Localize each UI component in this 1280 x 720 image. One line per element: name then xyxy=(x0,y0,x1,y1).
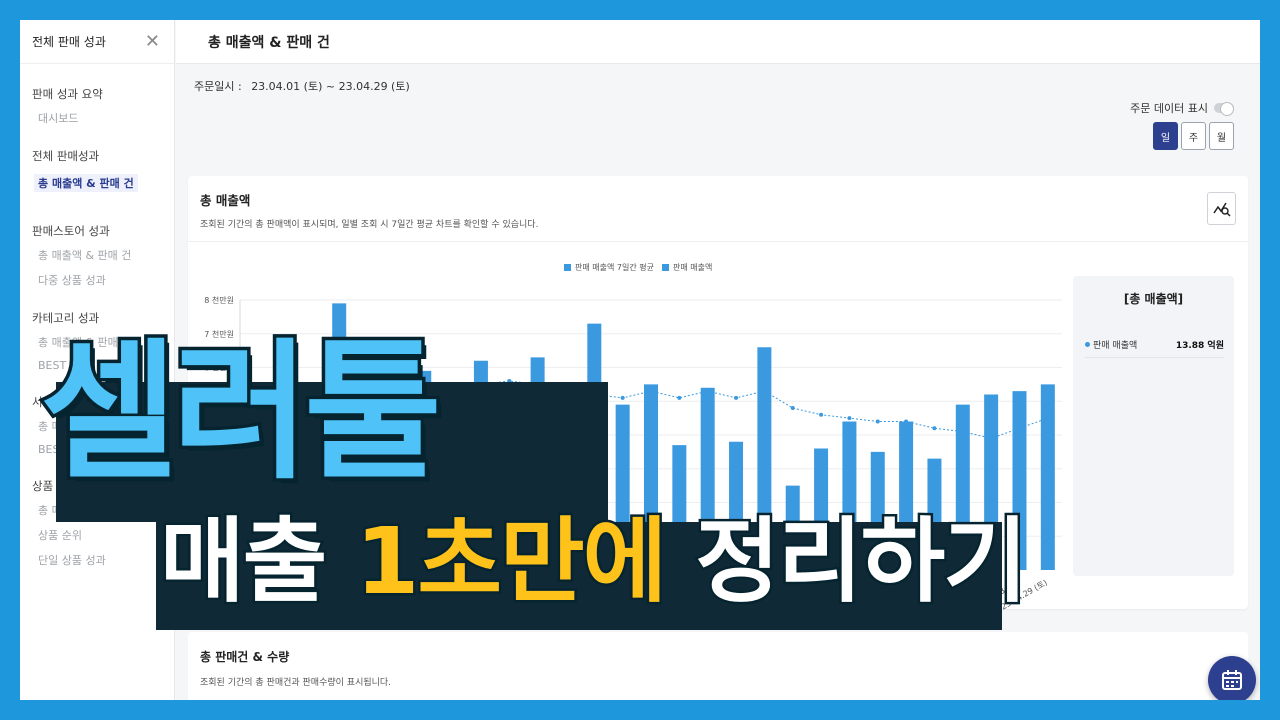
summary-panel: [총 매출액] 판매 매출액 13.88 억원 xyxy=(1073,276,1234,576)
card2-title: 총 판매건 & 수량 xyxy=(200,650,290,664)
average-point[interactable] xyxy=(904,419,909,424)
sidebar-item[interactable]: 총 매출액 & 판매 건 xyxy=(32,247,162,263)
granularity-selector: 일 주 월 xyxy=(1153,122,1234,150)
close-icon[interactable]: ✕ xyxy=(145,32,160,51)
average-point[interactable] xyxy=(989,436,994,441)
sidebar-item[interactable]: 대시보드 xyxy=(32,110,162,126)
granularity-day-button[interactable]: 일 xyxy=(1153,122,1178,150)
sidebar-item[interactable]: 단일 상품 성과 xyxy=(32,552,162,568)
period-value: 23.04.01 (토) ~ 23.04.29 (토) xyxy=(251,80,410,93)
sidebar-group: 전체 판매성과총 매출액 & 판매 건 xyxy=(20,148,174,201)
sidebar-group-title: 카테고리 성과 xyxy=(32,311,100,325)
granularity-week-button[interactable]: 주 xyxy=(1181,122,1206,150)
card2-description: 조회된 기간의 총 판매건과 판매수량이 표시됩니다. xyxy=(200,678,392,688)
chart-search-icon[interactable] xyxy=(1207,192,1236,225)
total-orders-card: 총 판매건 & 수량 조회된 기간의 총 판매건과 판매수량이 표시됩니다. xyxy=(188,632,1248,700)
average-point[interactable] xyxy=(1045,416,1050,421)
period-label: 주문일시 : xyxy=(194,80,242,93)
order-period: 주문일시 : 23.04.01 (토) ~ 23.04.29 (토) xyxy=(194,78,410,94)
summary-value: 13.88 억원 xyxy=(1175,341,1224,351)
bar[interactable] xyxy=(1040,384,1055,570)
card-title: 총 매출액 xyxy=(200,193,251,208)
sidebar-group-title: 판매스토어 성과 xyxy=(32,224,110,238)
average-point[interactable] xyxy=(847,416,852,421)
sidebar-group: 판매 성과 요약대시보드 xyxy=(20,86,174,126)
average-point[interactable] xyxy=(677,395,682,400)
sidebar-group: 판매스토어 성과총 매출액 & 판매 건다중 상품 성과 xyxy=(20,223,174,288)
order-data-toggle-row: 주문 데이터 표시 xyxy=(1130,100,1234,116)
card-header: 총 매출액 조회된 기간의 총 판매액이 표시되며, 일별 조회 시 7일간 평… xyxy=(188,176,1248,242)
sidebar-group-title: 전체 판매성과 xyxy=(32,149,100,163)
summary-title: [총 매출액] xyxy=(1123,292,1184,306)
average-point[interactable] xyxy=(705,389,710,394)
granularity-month-button[interactable]: 월 xyxy=(1209,122,1234,150)
average-point[interactable] xyxy=(932,426,937,431)
calendar-icon xyxy=(1222,670,1242,690)
average-point[interactable] xyxy=(734,395,739,400)
sidebar-title: 전체 판매 성과 xyxy=(32,35,106,49)
average-point[interactable] xyxy=(762,389,767,394)
sidebar-group-title: 판매 성과 요약 xyxy=(32,87,103,101)
average-point[interactable] xyxy=(819,412,824,417)
average-point[interactable] xyxy=(620,395,625,400)
toggle-label: 주문 데이터 표시 xyxy=(1130,102,1208,115)
y-tick-label: 8 천만원 xyxy=(204,295,234,305)
average-point[interactable] xyxy=(960,429,965,434)
average-point[interactable] xyxy=(875,419,880,424)
overlay-title: 셀러툴 xyxy=(36,326,445,500)
sidebar-item[interactable]: 총 매출액 & 판매 건 xyxy=(34,174,138,192)
average-point[interactable] xyxy=(790,406,795,410)
card-description: 조회된 기간의 총 판매액이 표시되며, 일별 조회 시 7일간 평균 차트를 … xyxy=(200,220,539,230)
summary-row: 판매 매출액 13.88 억원 xyxy=(1085,338,1224,358)
sidebar-item[interactable]: 다중 상품 성과 xyxy=(32,272,162,288)
overlay-subtitle: 매출 1초만에 정리하기 xyxy=(157,508,1030,615)
calendar-button[interactable] xyxy=(1208,656,1256,700)
topbar: 총 매출액 & 판매 건 xyxy=(176,20,1260,64)
sidebar-item[interactable]: 상품 순위 xyxy=(32,527,162,543)
order-data-toggle[interactable] xyxy=(1214,102,1234,116)
sidebar-header: 전체 판매 성과 ✕ xyxy=(20,20,174,64)
average-point[interactable] xyxy=(1017,426,1022,431)
average-point[interactable] xyxy=(649,389,653,394)
summary-label: 판매 매출액 xyxy=(1085,338,1137,351)
page-title: 총 매출액 & 판매 건 xyxy=(208,34,330,51)
